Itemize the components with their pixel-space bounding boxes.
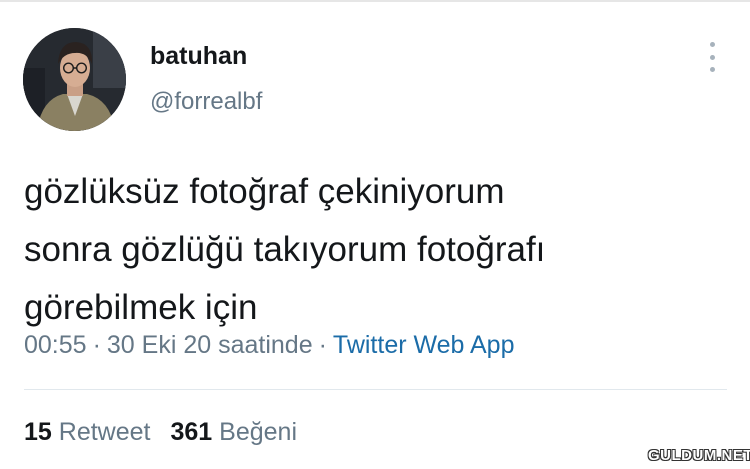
top-border bbox=[0, 0, 750, 2]
meta-separator: · bbox=[92, 331, 101, 359]
avatar[interactable] bbox=[23, 28, 126, 131]
tweet-page: batuhan @forrealbf gözlüksüz fotoğraf çe… bbox=[0, 0, 750, 469]
more-vertical-icon[interactable] bbox=[703, 42, 721, 72]
tweet-text: gözlüksüz fotoğraf çekiniyorum sonra göz… bbox=[24, 163, 724, 337]
tweet-meta: 00:55 · 30 Eki 20 saatinde · Twitter Web App bbox=[24, 331, 515, 360]
tweet-time[interactable]: 00:55 bbox=[24, 331, 87, 359]
retweets-label: Retweet bbox=[58, 418, 151, 446]
tweet-text-line: gözlüksüz fotoğraf çekiniyorum bbox=[24, 172, 505, 211]
more-dot bbox=[709, 67, 715, 72]
watermark: GULDUM.NET bbox=[648, 447, 750, 464]
author-handle[interactable]: @forrealbf bbox=[150, 88, 262, 116]
more-dot bbox=[709, 54, 715, 60]
retweets-count: 15 bbox=[24, 418, 52, 446]
more-dot bbox=[709, 42, 715, 47]
tweet-source-link[interactable]: Twitter Web App bbox=[333, 331, 515, 359]
tweet-date[interactable]: 30 Eki 20 saatinde bbox=[107, 331, 313, 359]
meta-separator: · bbox=[318, 331, 327, 359]
tweet-text-line: görebilmek için bbox=[24, 288, 258, 327]
likes-stat[interactable]: 361 Beğeni bbox=[170, 418, 297, 446]
retweets-stat[interactable]: 15 Retweet bbox=[24, 418, 150, 446]
profile-photo-icon bbox=[23, 28, 126, 131]
tweet-text-line: sonra gözlüğü takıyorum fotoğrafı bbox=[24, 230, 546, 269]
divider bbox=[24, 389, 727, 390]
tweet-stats: 15 Retweet 361 Beğeni bbox=[24, 418, 297, 447]
likes-label: Beğeni bbox=[219, 418, 298, 446]
likes-count: 361 bbox=[170, 418, 213, 446]
author-display-name[interactable]: batuhan bbox=[150, 42, 247, 71]
